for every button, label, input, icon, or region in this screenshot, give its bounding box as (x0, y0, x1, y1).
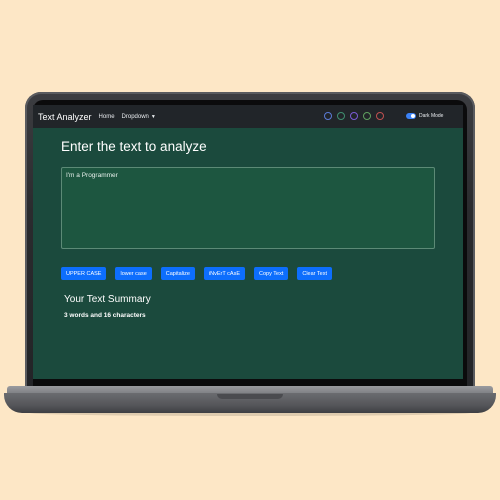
summary-title: Your Text Summary (64, 294, 151, 305)
navbar: Text Analyzer Home Dropdown ▼ Dark Mode (33, 105, 463, 128)
uppercase-button[interactable]: UPPER CASE (61, 267, 107, 280)
dark-mode-switch[interactable]: Dark Mode (406, 113, 443, 119)
lowercase-button[interactable]: lower case (115, 267, 152, 280)
nav-dropdown-label: Dropdown (121, 113, 149, 120)
laptop-screen: Text Analyzer Home Dropdown ▼ Dark Mode … (33, 105, 463, 379)
summary-text: 3 words and 16 characters (64, 312, 146, 319)
laptop-notch (217, 394, 283, 399)
theme-swatch-lightgreen[interactable] (363, 112, 371, 120)
toggle-switch-icon[interactable] (406, 113, 416, 119)
action-buttons: UPPER CASE lower case Capitalize iNvErT … (61, 267, 341, 280)
theme-swatch-green[interactable] (337, 112, 345, 120)
theme-color-swatches (324, 112, 389, 120)
copy-text-button[interactable]: Copy Text (254, 267, 289, 280)
navbar-brand[interactable]: Text Analyzer (38, 112, 92, 122)
clear-text-button[interactable]: Clear Text (297, 267, 333, 280)
capitalize-button[interactable]: Capitalize (160, 267, 195, 280)
theme-swatch-purple[interactable] (350, 112, 358, 120)
nav-link-home[interactable]: Home (99, 114, 115, 120)
nav-dropdown[interactable]: Dropdown ▼ (122, 114, 156, 120)
page-heading: Enter the text to analyze (61, 139, 207, 154)
caret-down-icon: ▼ (150, 113, 156, 120)
text-input-area[interactable]: I'm a Programmer (61, 167, 435, 249)
dark-mode-label: Dark Mode (419, 113, 444, 119)
theme-swatch-blue[interactable] (324, 112, 332, 120)
invert-case-button[interactable]: iNvErT cAsE (203, 267, 245, 280)
theme-swatch-red[interactable] (376, 112, 384, 120)
